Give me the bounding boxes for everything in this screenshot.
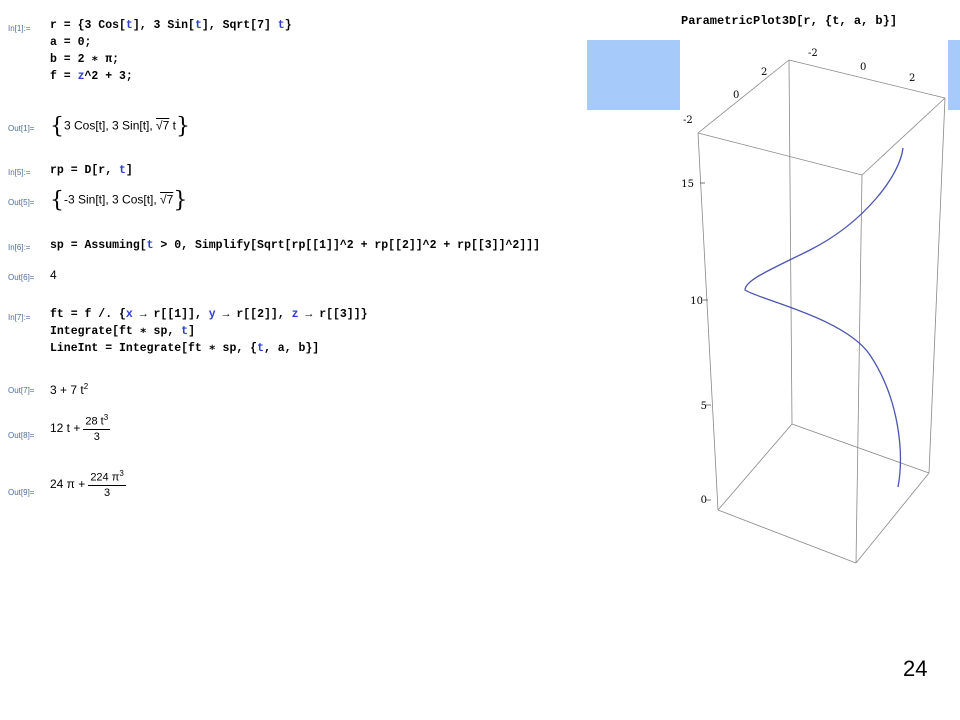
z-tick-10: 10 <box>690 296 703 307</box>
box-edge <box>717 509 857 564</box>
top-back-tick-neg2: -2 <box>808 48 818 59</box>
plot-box <box>697 59 946 564</box>
parametric-plot-3d[interactable]: 0 5 10 15 -2 0 2 -2 0 2 <box>0 0 960 720</box>
box-edge <box>855 472 930 564</box>
top-front-tick-2: 2 <box>761 67 767 78</box>
helix-curve <box>744 147 904 488</box>
box-edge <box>697 132 719 511</box>
box-edge <box>788 59 793 425</box>
page-number: 24 <box>903 656 928 681</box>
box-edge <box>788 59 946 99</box>
box-edge <box>717 423 793 511</box>
top-front-tick-neg2: -2 <box>683 115 693 126</box>
top-back-tick-2: 2 <box>909 73 915 84</box>
box-edge <box>861 97 946 176</box>
z-tick-5: 5 <box>701 401 707 412</box>
top-front-tick-0: 0 <box>733 90 739 101</box>
box-edge <box>855 174 863 564</box>
z-tick-0: 0 <box>701 495 707 506</box>
box-edge <box>697 132 863 176</box>
box-edge <box>697 59 790 134</box>
top-back-tick-0: 0 <box>860 62 866 73</box>
z-tick-15: 15 <box>681 179 694 190</box>
box-edge <box>928 97 946 474</box>
box-edge <box>791 423 930 474</box>
tick-labels: 0 5 10 15 -2 0 2 -2 0 2 <box>681 48 915 506</box>
